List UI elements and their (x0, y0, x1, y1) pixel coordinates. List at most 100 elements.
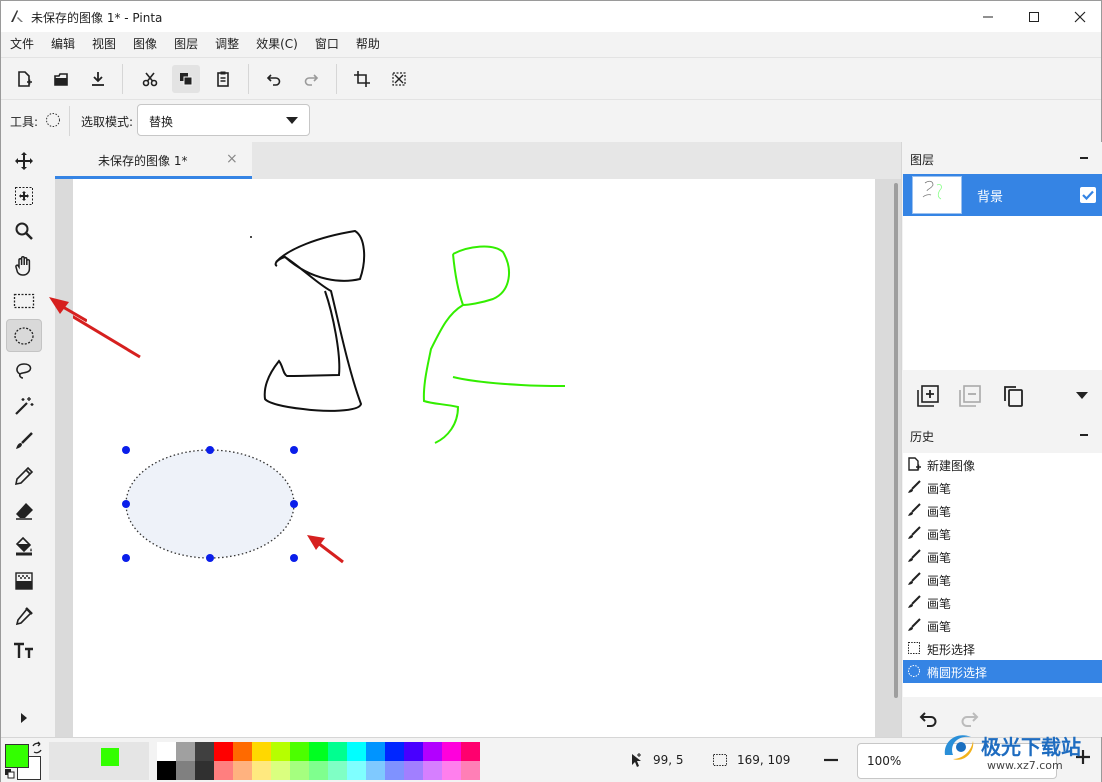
palette-swatch[interactable] (385, 742, 404, 761)
menu-effects[interactable]: 效果(C) (247, 32, 306, 57)
open-button[interactable] (47, 65, 75, 93)
menu-help[interactable]: 帮助 (347, 32, 388, 57)
close-button[interactable] (1057, 1, 1102, 32)
menu-edit[interactable]: 编辑 (42, 32, 83, 57)
palette-swatch[interactable] (442, 742, 461, 761)
palette-swatch[interactable] (271, 742, 290, 761)
copy-button[interactable] (172, 65, 200, 93)
palette-swatch[interactable] (214, 742, 233, 761)
palette-swatch[interactable] (461, 761, 480, 780)
ellipse-selection[interactable] (125, 449, 295, 559)
palette-swatch[interactable] (328, 742, 347, 761)
history-item[interactable]: 画笔 (903, 522, 1102, 545)
tool-zoom[interactable] (6, 214, 42, 247)
palette-swatch[interactable] (214, 761, 233, 780)
tool-gradient[interactable] (6, 564, 42, 597)
redo-button[interactable] (297, 65, 325, 93)
image-canvas[interactable] (64, 179, 875, 737)
palette-swatch[interactable] (176, 761, 195, 780)
history-item-selected[interactable]: 椭圆形选择 (903, 660, 1102, 683)
maximize-button[interactable] (1011, 1, 1057, 32)
palette-swatch[interactable] (176, 742, 195, 761)
history-item[interactable]: 画笔 (903, 614, 1102, 637)
cut-button[interactable] (136, 65, 164, 93)
palette-swatch[interactable] (195, 742, 214, 761)
tool-ellipse-select[interactable] (6, 319, 42, 352)
tool-paint-bucket[interactable] (6, 529, 42, 562)
history-item[interactable]: 新建图像 (903, 453, 1102, 476)
history-item[interactable]: 画笔 (903, 476, 1102, 499)
palette-swatch[interactable] (290, 742, 309, 761)
palette-swatch[interactable] (385, 761, 404, 780)
menu-layers[interactable]: 图层 (165, 32, 206, 57)
new-image-button[interactable] (10, 65, 38, 93)
palette-swatch[interactable] (366, 742, 385, 761)
duplicate-layer-button[interactable] (999, 382, 1027, 410)
tool-color-picker[interactable] (6, 599, 42, 632)
palette-swatch[interactable] (271, 761, 290, 780)
tool-pan[interactable] (6, 249, 42, 282)
paste-button[interactable] (209, 65, 237, 93)
palette-swatch[interactable] (252, 761, 271, 780)
palette-swatch[interactable] (404, 742, 423, 761)
tool-magic-wand[interactable] (6, 389, 42, 422)
tool-move-selection[interactable] (6, 179, 42, 212)
history-item[interactable]: 画笔 (903, 568, 1102, 591)
tool-eraser[interactable] (6, 494, 42, 527)
crop-button[interactable] (348, 65, 376, 93)
history-item[interactable]: 矩形选择 (903, 637, 1102, 660)
palette-swatch[interactable] (233, 742, 252, 761)
tool-lasso-select[interactable] (6, 354, 42, 387)
save-button[interactable] (84, 65, 112, 93)
palette-swatch[interactable] (423, 742, 442, 761)
palette-swatch[interactable] (233, 761, 252, 780)
zoom-out-button[interactable] (823, 748, 839, 772)
undo-button[interactable] (260, 65, 288, 93)
layer-menu-button[interactable] (1068, 382, 1096, 410)
add-layer-button[interactable] (914, 382, 942, 410)
palette-swatch[interactable] (157, 761, 176, 780)
history-item[interactable]: 画笔 (903, 591, 1102, 614)
swap-colors-icon[interactable] (30, 741, 44, 755)
menu-window[interactable]: 窗口 (306, 32, 347, 57)
deselect-button[interactable] (385, 65, 413, 93)
layer-visibility-checkbox[interactable] (1080, 187, 1096, 203)
palette-swatch[interactable] (423, 761, 442, 780)
menu-file[interactable]: 文件 (1, 32, 42, 57)
selection-mode-dropdown[interactable]: 替换 (137, 104, 310, 136)
history-collapse-button[interactable] (1079, 425, 1089, 441)
tool-pencil[interactable] (6, 459, 42, 492)
palette-swatch[interactable] (442, 761, 461, 780)
palette-swatch[interactable] (290, 761, 309, 780)
layer-row[interactable]: 背景 (903, 174, 1102, 216)
palette-swatch[interactable] (404, 761, 423, 780)
palette-swatch[interactable] (461, 742, 480, 761)
palette-swatch[interactable] (366, 761, 385, 780)
palette-swatch[interactable] (347, 742, 366, 761)
delete-layer-button[interactable] (956, 382, 984, 410)
menu-adjustments[interactable]: 调整 (206, 32, 247, 57)
tab-close-icon[interactable]: × (226, 151, 238, 167)
menu-view[interactable]: 视图 (83, 32, 124, 57)
palette-swatch[interactable] (195, 761, 214, 780)
palette-swatch[interactable] (157, 742, 176, 761)
layers-collapse-button[interactable] (1079, 148, 1089, 164)
recent-color-swatch[interactable] (101, 748, 119, 766)
palette-swatch[interactable] (309, 761, 328, 780)
history-item[interactable]: 画笔 (903, 499, 1102, 522)
tools-expand-button[interactable] (6, 703, 42, 733)
vertical-scrollbar[interactable] (894, 183, 898, 698)
palette-swatch[interactable] (347, 761, 366, 780)
tool-move-selected[interactable] (6, 144, 42, 177)
tool-rectangle-select[interactable] (6, 284, 42, 317)
menu-image[interactable]: 图像 (124, 32, 165, 57)
reset-colors-icon[interactable] (4, 768, 16, 780)
primary-color-swatch[interactable] (5, 744, 29, 768)
minimize-button[interactable] (965, 1, 1011, 32)
tool-text[interactable] (6, 634, 42, 667)
tool-paintbrush[interactable] (6, 424, 42, 457)
palette-swatch[interactable] (328, 761, 347, 780)
document-tab[interactable]: 未保存的图像 1* × (55, 142, 252, 179)
palette-swatch[interactable] (309, 742, 328, 761)
history-item[interactable]: 画笔 (903, 545, 1102, 568)
